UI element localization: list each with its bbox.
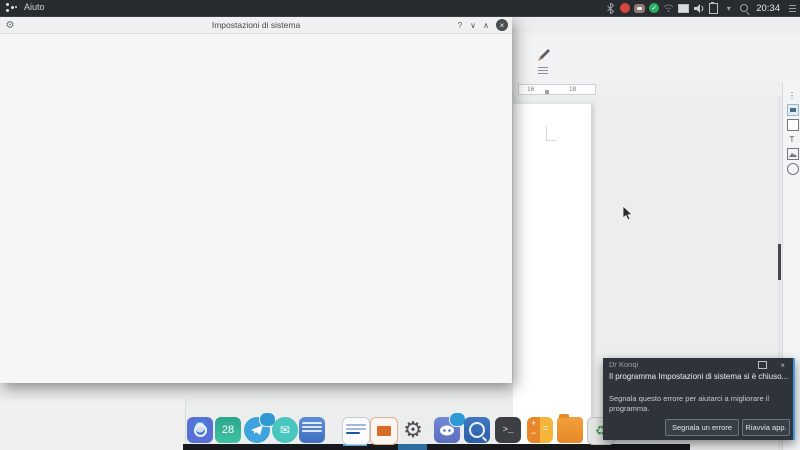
mouse-cursor bbox=[622, 205, 633, 221]
network-icon[interactable] bbox=[663, 3, 674, 14]
maximize-button[interactable]: ∧ bbox=[480, 19, 492, 31]
writer-toolbar bbox=[512, 33, 800, 82]
mail-icon[interactable]: ✉ bbox=[272, 417, 298, 443]
search-icon[interactable] bbox=[738, 3, 750, 16]
bluetooth-icon[interactable] bbox=[605, 2, 616, 14]
sidebar-styles-icon[interactable]: T bbox=[787, 134, 797, 144]
ruler-mark: 16 bbox=[527, 86, 535, 93]
crash-dialog: Dr Konqi × Il programma Impostazioni di … bbox=[603, 358, 795, 440]
calc-plus: + bbox=[531, 418, 537, 428]
restart-app-button[interactable]: Riavvia app. bbox=[742, 419, 790, 436]
display-icon[interactable] bbox=[678, 3, 690, 14]
scrollbar-thumb[interactable] bbox=[778, 244, 781, 280]
archive-icon[interactable] bbox=[299, 417, 325, 443]
document-page[interactable] bbox=[513, 104, 591, 450]
calc-equal: = bbox=[542, 423, 548, 433]
desktop: 16 18 ⋮ T Pagina 1 di 1 0 pa bbox=[0, 0, 800, 450]
updates-ok-icon[interactable]: ✓ bbox=[649, 3, 660, 13]
margin-marker[interactable] bbox=[545, 90, 549, 94]
system-settings-window: ⚙ Impostazioni di sistema ? ∨ ∧ × bbox=[0, 17, 512, 383]
terminal-icon[interactable]: >_ bbox=[495, 417, 521, 443]
settings-gear-icon[interactable]: ⚙ bbox=[400, 417, 426, 443]
discord-icon[interactable] bbox=[434, 412, 466, 443]
sidebar-gallery-icon[interactable] bbox=[787, 148, 799, 160]
terminal-glyph: >_ bbox=[502, 425, 514, 435]
draw-pencil-icon[interactable] bbox=[536, 47, 552, 63]
envelope-glyph: ✉ bbox=[279, 423, 291, 437]
folder-icon[interactable] bbox=[557, 414, 583, 443]
restore-icon[interactable] bbox=[758, 361, 767, 369]
sidebar-navigator-icon[interactable] bbox=[787, 163, 799, 175]
app-logo-icon[interactable] bbox=[6, 3, 18, 13]
crash-dialog-title: Dr Konqi bbox=[609, 360, 639, 369]
system-tray: ✓ ▾ 20:34 bbox=[605, 0, 800, 16]
help-button[interactable]: ? bbox=[454, 19, 466, 31]
report-error-button[interactable]: Segnala un errore bbox=[665, 419, 739, 436]
horizontal-ruler[interactable]: 16 18 bbox=[512, 82, 782, 95]
clock[interactable]: 20:34 bbox=[753, 3, 783, 14]
menubar-item-help[interactable]: Aiuto bbox=[24, 2, 45, 12]
panel-settings-icon[interactable] bbox=[787, 3, 798, 14]
sidebar-properties-icon[interactable] bbox=[787, 104, 799, 116]
top-panel: Aiuto ✓ ▾ 20:34 bbox=[0, 0, 800, 17]
calculator-icon[interactable]: + − = bbox=[527, 417, 553, 443]
crash-body-line: programma. bbox=[609, 404, 650, 413]
volume-icon[interactable] bbox=[693, 3, 704, 14]
clipboard-icon[interactable] bbox=[708, 1, 719, 14]
ruler-mark: 18 bbox=[569, 86, 577, 93]
minimize-button[interactable]: ∨ bbox=[467, 19, 479, 31]
background-region bbox=[0, 399, 186, 450]
calc-minus: − bbox=[531, 428, 537, 438]
impress-icon[interactable] bbox=[370, 417, 398, 445]
calendar-day: 28 bbox=[221, 424, 235, 436]
close-button[interactable]: × bbox=[496, 19, 508, 31]
ruler-strip: 16 18 bbox=[518, 84, 596, 95]
window-title: Impostazioni di sistema bbox=[211, 20, 301, 30]
crash-body: Segnala questo errore per aiutarci a mig… bbox=[609, 394, 769, 414]
browser-icon[interactable] bbox=[187, 417, 213, 443]
active-indicator-settings bbox=[398, 444, 427, 450]
telegram-icon[interactable] bbox=[244, 412, 276, 443]
crash-body-line: Segnala questo errore per aiutarci a mig… bbox=[609, 394, 770, 403]
gear-glyph: ⚙ bbox=[403, 417, 423, 442]
sidebar-menu-icon[interactable]: ⋮ bbox=[787, 90, 797, 100]
text-boundary-corner bbox=[546, 126, 557, 141]
crash-headline: Il programma Impostazioni di sistema si … bbox=[609, 372, 789, 381]
recorder-icon[interactable] bbox=[620, 3, 631, 13]
dock-panel bbox=[183, 444, 690, 450]
discover-icon[interactable] bbox=[464, 417, 490, 443]
dialog-close-icon[interactable]: × bbox=[780, 361, 785, 370]
sidebar-page-icon[interactable] bbox=[787, 119, 799, 131]
settings-titlebar[interactable]: ⚙ Impostazioni di sistema ? ∨ ∧ × bbox=[0, 17, 512, 34]
discord-tray-icon[interactable] bbox=[634, 3, 646, 13]
calendar-icon[interactable]: 28 bbox=[215, 417, 241, 443]
tray-expand-icon[interactable]: ▾ bbox=[723, 3, 734, 14]
writer-icon[interactable] bbox=[342, 417, 370, 445]
paragraph-lines-icon[interactable] bbox=[538, 67, 548, 75]
